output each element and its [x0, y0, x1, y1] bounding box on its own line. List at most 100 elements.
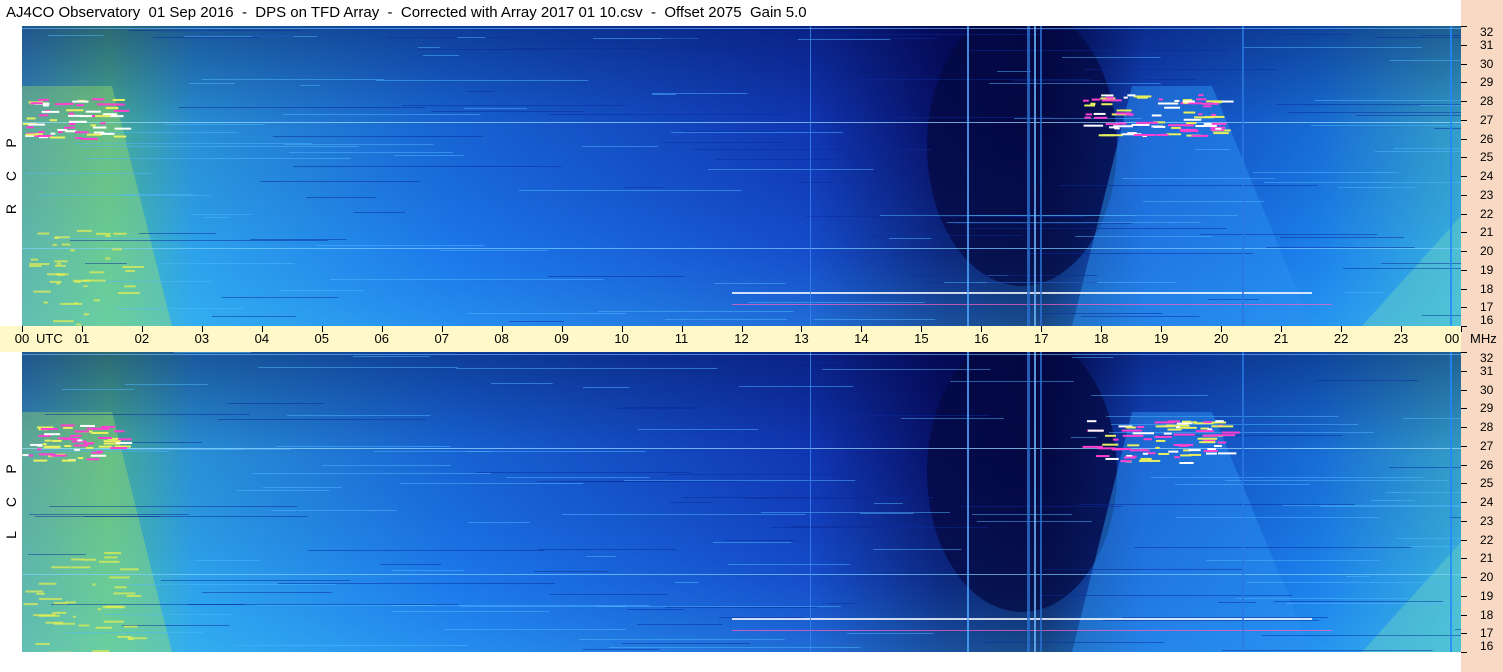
- lcp-streak: [62, 389, 135, 390]
- lcp-streak: [237, 490, 330, 491]
- rcp-streak: [74, 143, 312, 144]
- lcp-streak: [35, 516, 308, 517]
- rcp-mhz-tick-27: [1461, 120, 1467, 121]
- utc-tick-label-1: 01: [74, 331, 90, 346]
- lcp-letter-1: C: [3, 496, 19, 508]
- mhz-unit-label: MHz: [1470, 331, 1497, 346]
- lcp-streak: [745, 498, 909, 499]
- rcp-vertical-line-5: [1242, 26, 1244, 326]
- lcp-streak: [129, 584, 336, 585]
- lcp-bottom-left-noise: [38, 582, 57, 585]
- lcp-bottom-left-noise: [119, 568, 139, 571]
- rcp-mhz-tick-28: [1461, 101, 1467, 102]
- utc-tick-label-0: 00: [14, 331, 30, 346]
- rcp-burst-right: [1158, 98, 1163, 101]
- lcp-bright-line-0: [22, 448, 1461, 449]
- rcp-streak: [1430, 266, 1461, 267]
- rcp-white-band: [732, 292, 1312, 294]
- lcp-streak: [860, 513, 914, 514]
- rcp-burst-right: [1133, 134, 1149, 137]
- lcp-streak: [670, 502, 713, 503]
- lcp-burst-right: [1199, 441, 1216, 444]
- rcp-streak: [457, 37, 486, 38]
- rcp-streak: [1345, 292, 1384, 293]
- utc-unit-label: UTC: [36, 331, 63, 346]
- lcp-white-band: [732, 618, 1312, 620]
- lcp-bottom-left-noise: [97, 608, 102, 611]
- rcp-bottom-left-noise: [95, 232, 111, 235]
- lcp-streak: [45, 414, 250, 415]
- utc-tick-label-3: 03: [194, 331, 210, 346]
- rcp-burst-right: [1136, 96, 1148, 99]
- utc-tick-label-14: 14: [854, 331, 869, 346]
- rcp-streak: [440, 250, 548, 251]
- lcp-streak: [452, 353, 610, 354]
- rcp-streak: [40, 195, 211, 196]
- rcp-streak: [662, 38, 937, 39]
- lcp-streak: [1283, 505, 1461, 506]
- lcp-streak: [308, 550, 545, 551]
- lcp-streak: [534, 571, 609, 572]
- rcp-streak: [159, 263, 295, 264]
- rcp-streak: [212, 316, 296, 317]
- rcp-mhz-tick-32: [1461, 26, 1467, 27]
- rcp-burst-right: [1117, 122, 1127, 125]
- lcp-burst-left: [22, 454, 29, 457]
- rcp-burst-right: [1084, 104, 1096, 107]
- rcp-streak: [799, 182, 896, 183]
- utc-tick-label-11: 11: [674, 331, 689, 346]
- lcp-burst-left: [30, 443, 43, 446]
- rcp-burst-right: [1215, 127, 1222, 130]
- rcp-bottom-left-noise: [52, 320, 74, 323]
- rcp-streak: [519, 190, 742, 191]
- rcp-bottom-left-noise: [124, 285, 136, 288]
- lcp-bottom-left-noise: [92, 583, 96, 586]
- lcp-letter-2: L: [3, 531, 19, 539]
- lcp-bottom-left-noise: [78, 624, 90, 627]
- rcp-streak: [1311, 125, 1461, 126]
- rcp-streak: [716, 159, 861, 160]
- lcp-burst-right: [1139, 459, 1161, 462]
- rcp-burst-right: [1083, 124, 1104, 127]
- lcp-burst-right: [1195, 430, 1214, 433]
- lcp-burst-left: [43, 446, 61, 449]
- rcp-mhz-tick-label-27: 27: [1480, 113, 1494, 127]
- rcp-streak: [970, 50, 1228, 51]
- lcp-burst-right: [1203, 449, 1218, 452]
- lcp-bottom-left-noise: [25, 590, 44, 593]
- lcp-burst-left: [103, 440, 121, 443]
- rcp-mhz-tick-label-30: 30: [1480, 57, 1494, 71]
- lcp-burst-right: [1202, 434, 1218, 437]
- lcp-streak: [467, 451, 491, 452]
- lcp-streak: [624, 480, 856, 481]
- lcp-burst-right: [1140, 457, 1152, 460]
- rcp-streak: [806, 216, 1085, 217]
- utc-tick-label-7: 07: [434, 331, 449, 346]
- rcp-streak: [1038, 313, 1163, 314]
- rcp-mhz-tick-label-20: 20: [1480, 244, 1494, 258]
- lcp-burst-left: [44, 439, 52, 442]
- rcp-vertical-line-1: [1027, 26, 1030, 326]
- lcp-streak: [276, 446, 450, 447]
- rcp-bottom-left-noise: [125, 270, 135, 273]
- rcp-mhz-tick-label-16: 16: [1480, 313, 1494, 327]
- lcp-streak: [28, 554, 86, 555]
- rcp-streak: [279, 290, 365, 291]
- rcp-mhz-tick-label-29: 29: [1480, 75, 1494, 89]
- lcp-burst-left: [115, 442, 133, 445]
- rcp-burst-left: [100, 122, 106, 125]
- rcp-streak: [817, 34, 1043, 35]
- rcp-streak: [184, 36, 318, 37]
- rcp-streak: [814, 319, 936, 320]
- rcp-bottom-left-noise: [76, 229, 92, 232]
- lcp-bright-line-1: [22, 574, 1461, 575]
- rcp-streak: [1315, 100, 1461, 101]
- lcp-streak: [353, 356, 431, 357]
- lcp-bottom-left-noise: [23, 603, 38, 606]
- rcp-streak: [164, 124, 265, 125]
- lcp-burst-left: [85, 446, 94, 449]
- rcp-streak: [548, 276, 685, 277]
- lcp-streak: [665, 607, 818, 608]
- rcp-burst-right: [1164, 106, 1181, 109]
- lcp-burst-right: [1221, 431, 1240, 434]
